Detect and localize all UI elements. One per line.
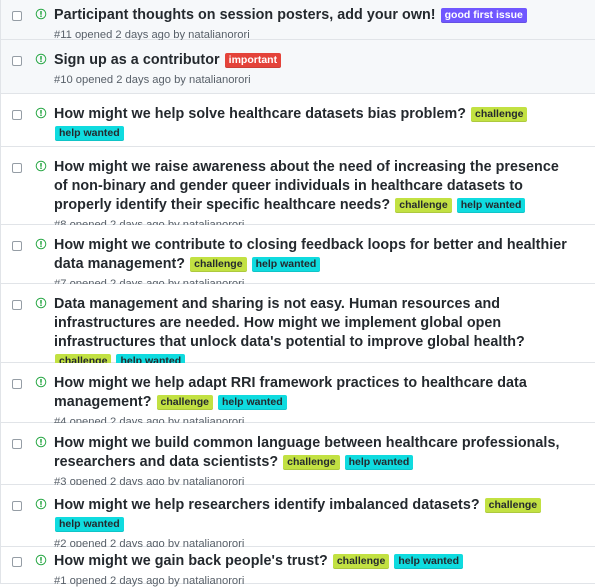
issue-title-link[interactable]: How might we help adapt RRI framework pr… <box>54 375 527 410</box>
issue-select-checkbox[interactable] <box>12 300 22 310</box>
issue-opened-icon <box>35 376 47 388</box>
issue-row[interactable]: How might we contribute to closing feedb… <box>1 225 595 290</box>
issue-meta: #1 opened 2 days ago by natalianorori <box>54 574 571 588</box>
issue-title-line: Participant thoughts on session posters,… <box>54 6 571 25</box>
issue-select-checkbox[interactable] <box>12 241 22 251</box>
issue-body: How might we build common language betwe… <box>54 434 571 489</box>
issue-title-link[interactable]: Participant thoughts on session posters,… <box>54 7 436 23</box>
issue-opened-icon <box>35 436 47 448</box>
label-good-first-issue[interactable]: good first issue <box>440 8 527 23</box>
issue-row[interactable]: How might we help researchers identify i… <box>1 485 595 550</box>
label-help-wanted[interactable]: help wanted <box>344 455 414 470</box>
issue-opened-text: opened 2 days ago by <box>75 74 186 86</box>
label-challenge[interactable]: challenge <box>156 395 213 410</box>
issue-opened-icon <box>35 107 47 119</box>
issue-row[interactable]: Data management and sharing is not easy.… <box>1 284 595 387</box>
issue-body: How might we raise awareness about the n… <box>54 158 571 232</box>
label-challenge[interactable]: challenge <box>190 257 247 272</box>
issue-title-link[interactable]: Data management and sharing is not easy.… <box>54 296 525 350</box>
issue-title-line: How might we gain back people's trust? c… <box>54 552 571 571</box>
label-challenge[interactable]: challenge <box>283 455 340 470</box>
issue-row[interactable]: Sign up as a contributor important #10 o… <box>1 40 595 94</box>
issue-title-line: How might we contribute to closing feedb… <box>54 236 571 274</box>
issue-opened-icon <box>35 554 47 566</box>
label-important[interactable]: important <box>224 53 282 68</box>
issue-row[interactable]: How might we help adapt RRI framework pr… <box>1 363 595 428</box>
label-challenge[interactable]: challenge <box>471 107 528 122</box>
issue-select-checkbox[interactable] <box>12 110 22 120</box>
label-help-wanted[interactable]: help wanted <box>251 257 321 272</box>
label-help-wanted[interactable]: help wanted <box>217 395 287 410</box>
issue-opened-icon <box>35 297 47 309</box>
issue-title-line: How might we raise awareness about the n… <box>54 158 571 215</box>
issue-author-link[interactable]: natalianorori <box>189 74 251 86</box>
issue-select-checkbox[interactable] <box>12 56 22 66</box>
issue-body: How might we gain back people's trust? c… <box>54 552 571 588</box>
issue-select-checkbox[interactable] <box>12 163 22 173</box>
issue-title-link[interactable]: How might we help solve healthcare datas… <box>54 106 466 122</box>
label-challenge[interactable]: challenge <box>332 554 390 569</box>
issue-row[interactable]: How might we build common language betwe… <box>1 423 595 488</box>
issue-row[interactable]: How might we raise awareness about the n… <box>1 147 595 231</box>
issue-list: Participant thoughts on session posters,… <box>0 0 595 587</box>
issue-title-line: How might we build common language betwe… <box>54 434 571 472</box>
label-help-wanted[interactable]: help wanted <box>55 126 124 141</box>
issue-title-line: Sign up as a contributor important <box>54 51 571 70</box>
issue-opened-icon <box>35 498 47 510</box>
issue-body: Sign up as a contributor important #10 o… <box>54 51 571 87</box>
issue-opened-icon <box>35 238 47 250</box>
label-help-wanted[interactable]: help wanted <box>55 517 124 532</box>
issue-title-line: How might we help solve healthcare datas… <box>54 105 571 143</box>
issue-body: How might we contribute to closing feedb… <box>54 236 571 291</box>
issue-opened-icon <box>35 160 47 172</box>
issue-opened-text: opened 2 days ago by <box>69 575 180 587</box>
issue-body: How might we help researchers identify i… <box>54 496 571 551</box>
issue-title-link[interactable]: How might we help researchers identify i… <box>54 497 480 513</box>
issue-opened-icon <box>35 8 47 20</box>
issue-author-link[interactable]: natalianorori <box>183 575 245 587</box>
issue-number: #10 <box>54 74 73 86</box>
issue-select-checkbox[interactable] <box>12 11 22 21</box>
issue-row[interactable]: How might we gain back people's trust? c… <box>1 547 595 587</box>
issue-body: Participant thoughts on session posters,… <box>54 6 571 42</box>
label-challenge[interactable]: challenge <box>484 498 542 513</box>
issue-select-checkbox[interactable] <box>12 557 22 567</box>
issue-title-line: How might we help adapt RRI framework pr… <box>54 374 571 412</box>
issue-title-line: How might we help researchers identify i… <box>54 496 571 534</box>
issue-select-checkbox[interactable] <box>12 501 22 511</box>
issue-title-link[interactable]: How might we gain back people's trust? <box>54 553 328 569</box>
issue-opened-icon <box>35 53 47 65</box>
issue-title-link[interactable]: Sign up as a contributor <box>54 52 220 68</box>
issue-select-checkbox[interactable] <box>12 439 22 449</box>
issue-meta: #10 opened 2 days ago by natalianorori <box>54 73 571 87</box>
issue-select-checkbox[interactable] <box>12 379 22 389</box>
label-challenge[interactable]: challenge <box>395 198 452 213</box>
issue-row[interactable]: How might we help solve healthcare datas… <box>1 94 595 159</box>
label-help-wanted[interactable]: help wanted <box>456 198 526 213</box>
label-help-wanted[interactable]: help wanted <box>394 554 463 569</box>
issue-title-line: Data management and sharing is not easy.… <box>54 295 571 371</box>
issue-row[interactable]: Participant thoughts on session posters,… <box>1 0 595 42</box>
issue-body: How might we help adapt RRI framework pr… <box>54 374 571 429</box>
issue-number: #1 <box>54 575 67 587</box>
